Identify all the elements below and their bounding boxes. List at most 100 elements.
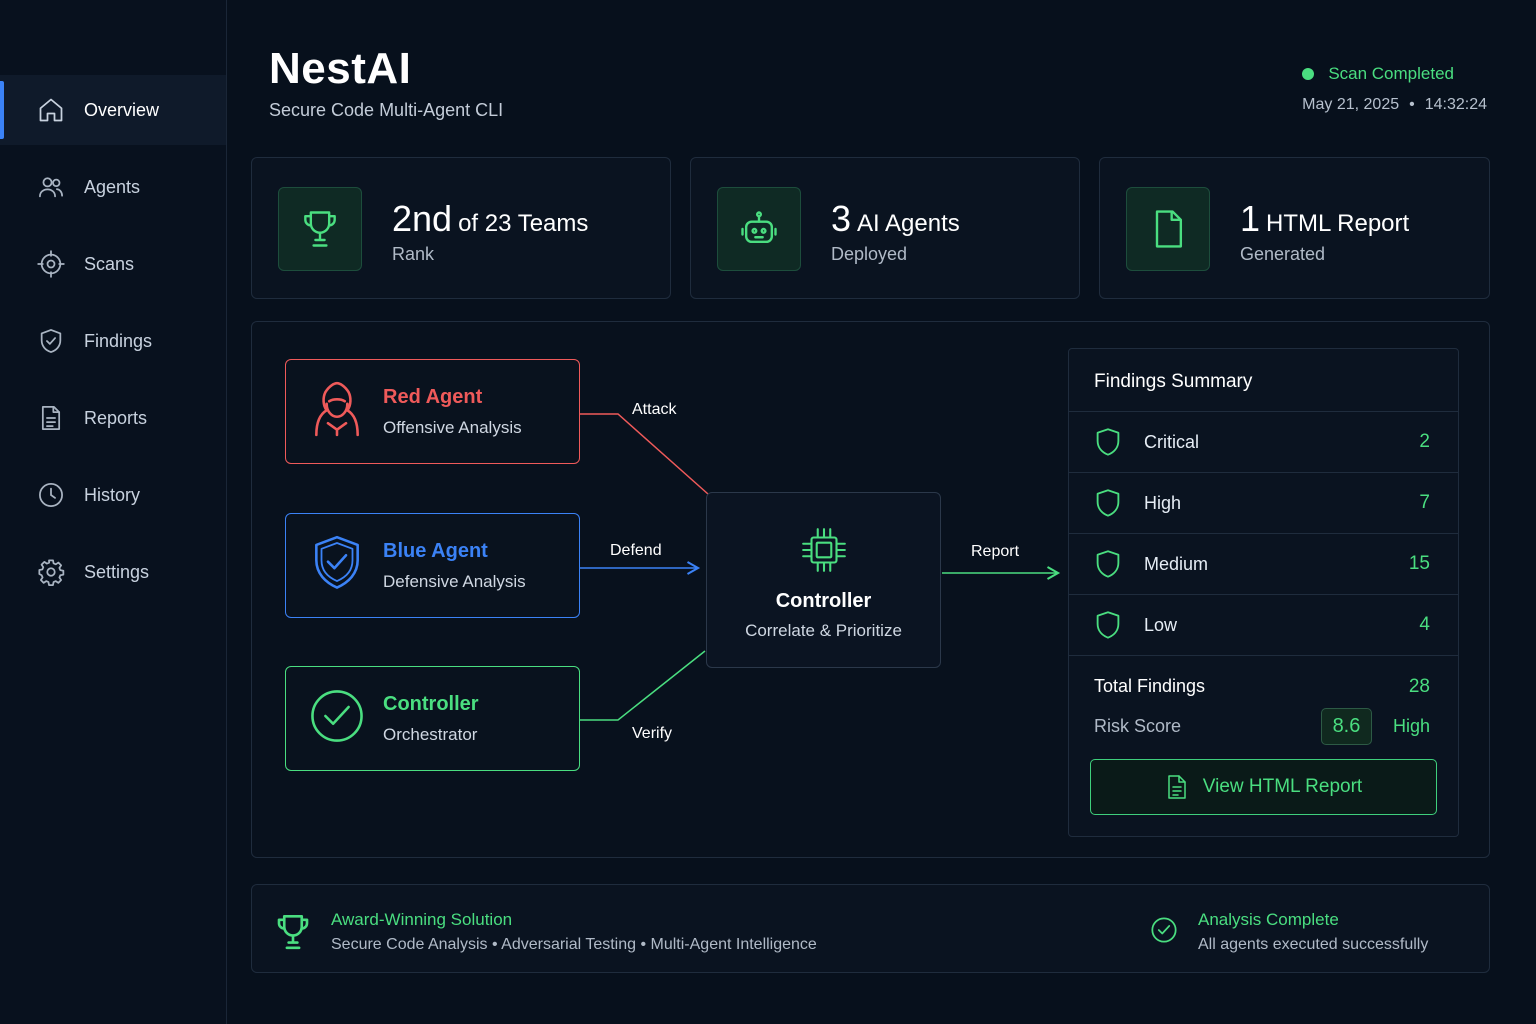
- sidebar-item-label: Scans: [84, 253, 135, 274]
- findings-summary-title: Findings Summary: [1094, 371, 1253, 392]
- findings-list: Critical 2 High 7 Medium 15 Low 4: [1069, 411, 1458, 655]
- total-findings-label: Total Findings: [1094, 676, 1206, 696]
- risk-score-badge: 8.6: [1320, 708, 1372, 745]
- blue-agent-card[interactable]: Blue Agent Defensive Analysis: [285, 513, 580, 618]
- users-icon: [36, 172, 66, 202]
- blue-agent-subtitle: Defensive Analysis: [383, 572, 526, 591]
- sidebar-item-scans[interactable]: Scans: [0, 229, 226, 299]
- sidebar-item-history[interactable]: History: [0, 460, 226, 530]
- attack-connector: [580, 413, 709, 495]
- severity-label: Critical: [1144, 431, 1200, 452]
- sidebar-item-agents[interactable]: Agents: [0, 152, 226, 222]
- shield-icon: [1096, 611, 1120, 639]
- controller-agent-title: Controller: [383, 693, 479, 715]
- total-findings-value: 28: [1408, 676, 1430, 697]
- stat-rank-value: 2nd of 23 Teams: [392, 198, 588, 240]
- status-text: Scan Completed: [1328, 64, 1454, 83]
- verify-label: Verify: [632, 725, 673, 742]
- controller-agent-subtitle: Orchestrator: [383, 725, 478, 744]
- scan-datetime: May 21, 2025 • 14:32:24: [1302, 96, 1487, 114]
- sidebar-item-label: Reports: [84, 407, 148, 428]
- severity-count: 4: [1419, 614, 1430, 635]
- check-circle-icon: [311, 690, 363, 742]
- award-title: Award-Winning Solution: [331, 910, 513, 929]
- controller-agent-card[interactable]: Controller Orchestrator: [285, 666, 580, 771]
- status-dot-icon: [1302, 68, 1315, 80]
- clock-icon: [36, 480, 66, 510]
- findings-row-low[interactable]: Low 4: [1069, 594, 1458, 655]
- findings-totals: Total Findings 28 Risk Score 8.6 High: [1069, 655, 1458, 745]
- crosshair-icon: [36, 249, 66, 279]
- findings-row-medium[interactable]: Medium 15: [1069, 533, 1458, 594]
- severity-count: 2: [1419, 431, 1430, 452]
- shield-icon: [1096, 489, 1120, 517]
- home-icon: [36, 95, 66, 125]
- gear-icon: [36, 557, 66, 587]
- view-html-report-button[interactable]: View HTML Report: [1090, 759, 1437, 815]
- page-title: NestAI: [269, 44, 412, 93]
- report-label: Report: [971, 543, 1020, 560]
- central-controller-title: Controller: [775, 590, 872, 612]
- shield-icon: [36, 326, 66, 356]
- stat-card-rank: 2nd of 23 Teams Rank: [251, 157, 671, 299]
- sidebar-item-label: Agents: [84, 176, 141, 197]
- findings-row-critical[interactable]: Critical 2: [1069, 411, 1458, 472]
- attack-label: Attack: [632, 401, 677, 418]
- defend-label: Defend: [610, 542, 662, 559]
- verify-connector: [580, 650, 706, 721]
- analysis-complete-title: Analysis Complete: [1198, 910, 1339, 929]
- sidebar-item-settings[interactable]: Settings: [0, 537, 226, 607]
- sidebar: Overview Agents Scans Findings Reports H…: [0, 0, 227, 1024]
- scan-time: 14:32:24: [1424, 96, 1487, 113]
- award-subtitle: Secure Code Analysis • Adversarial Testi…: [331, 936, 817, 953]
- stat-agents-rest: AI Agents: [857, 210, 960, 237]
- shield-check-icon: [315, 535, 359, 589]
- stat-rank-rest: of 23 Teams: [458, 210, 589, 237]
- risk-score: Risk Score 8.6 High: [1069, 698, 1458, 745]
- app-root: Overview Agents Scans Findings Reports H…: [0, 0, 1536, 1024]
- stat-agents-value: 3 AI Agents: [831, 198, 960, 240]
- sidebar-item-label: Overview: [84, 99, 160, 120]
- stat-rank-big: 2nd: [392, 198, 453, 239]
- trophy-icon: [277, 914, 309, 950]
- view-html-report-label: View HTML Report: [1202, 776, 1363, 797]
- cpu-chip-icon: [802, 528, 846, 572]
- shield-icon: [1096, 428, 1120, 456]
- sidebar-item-overview[interactable]: Overview: [0, 75, 226, 145]
- scan-date: May 21, 2025: [1302, 96, 1400, 113]
- risk-score-label: Risk Score: [1094, 716, 1182, 736]
- stat-agents-big: 3: [831, 198, 852, 239]
- sidebar-item-reports[interactable]: Reports: [0, 383, 226, 453]
- total-findings: Total Findings 28: [1069, 656, 1458, 698]
- red-agent-card[interactable]: Red Agent Offensive Analysis: [285, 359, 580, 464]
- agent-diagram-panel: Red Agent Offensive Analysis Blue Agent …: [251, 321, 1490, 858]
- severity-label: Medium: [1144, 553, 1209, 574]
- hooded-hacker-icon: [315, 381, 359, 437]
- blue-agent-title: Blue Agent: [383, 540, 488, 562]
- central-controller-subtitle: Correlate & Prioritize: [745, 621, 902, 640]
- scan-status: Scan Completed: [1302, 64, 1454, 84]
- central-controller[interactable]: Controller Correlate & Prioritize: [706, 492, 941, 668]
- stat-agents-label: Deployed: [831, 244, 908, 264]
- document-icon: [1168, 775, 1186, 799]
- stat-card-report: 1 HTML Report Generated: [1099, 157, 1490, 299]
- stat-report-big: 1: [1240, 198, 1261, 239]
- findings-row-high[interactable]: High 7: [1069, 472, 1458, 533]
- award-banner: Award-Winning Solution Secure Code Analy…: [251, 884, 1490, 973]
- datetime-separator: •: [1409, 96, 1415, 113]
- stat-report-label: Generated: [1240, 244, 1326, 264]
- sidebar-item-label: Settings: [84, 561, 150, 582]
- trophy-icon: [278, 187, 362, 271]
- risk-level: High: [1392, 716, 1430, 736]
- document-icon: [36, 403, 66, 433]
- sidebar-item-label: Findings: [84, 330, 153, 351]
- check-circle-icon: [1151, 917, 1177, 943]
- stat-report-value: 1 HTML Report: [1240, 198, 1409, 240]
- red-agent-title: Red Agent: [383, 386, 483, 408]
- page-subtitle: Secure Code Multi-Agent CLI: [269, 100, 504, 120]
- sidebar-item-findings[interactable]: Findings: [0, 306, 226, 376]
- findings-summary: Findings Summary Critical 2 High 7 Mediu…: [1068, 348, 1459, 837]
- severity-label: High: [1144, 492, 1182, 513]
- analysis-complete-subtitle: All agents executed successfully: [1198, 936, 1429, 953]
- severity-count: 7: [1419, 492, 1430, 513]
